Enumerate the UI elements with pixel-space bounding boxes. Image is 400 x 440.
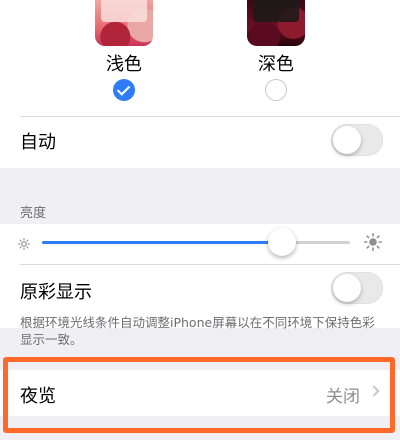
auto-label: 自动 [20, 132, 56, 153]
brightness-header: 亮度 [20, 206, 47, 221]
sun-large-icon [364, 233, 383, 252]
brightness-section: 原彩显示 [0, 224, 400, 328]
dark-mode-radio-icon[interactable] [265, 79, 287, 101]
night-shift-row[interactable]: 夜览 关闭 [0, 370, 400, 416]
brightness-slider[interactable] [42, 228, 350, 256]
chevron-right-icon [368, 385, 380, 397]
light-mode-radio-checked-icon[interactable] [113, 79, 135, 101]
brightness-slider-thumb[interactable] [268, 228, 297, 256]
light-mode-preview[interactable] [95, 0, 153, 46]
toggle-knob [333, 274, 361, 302]
true-tone-toggle[interactable] [331, 272, 383, 304]
sun-small-icon [17, 235, 31, 251]
auto-toggle[interactable] [331, 124, 383, 156]
appearance-section: 浅色 深色 自动 [0, 0, 400, 168]
toggle-knob [333, 126, 361, 154]
dark-mode-preview[interactable] [247, 0, 305, 46]
night-shift-label: 夜览 [20, 386, 56, 407]
brightness-slider-fill [42, 241, 283, 244]
night-shift-value: 关闭 [326, 387, 360, 407]
true-tone-footnote: 根据环境光线条件自动调整iPhone屏幕以在不同环境下保持色彩显示一致。 [20, 315, 375, 347]
light-mode-label[interactable]: 浅色 [94, 50, 154, 76]
divider [20, 116, 400, 117]
divider [20, 264, 400, 265]
dark-mode-label[interactable]: 深色 [246, 50, 306, 76]
true-tone-label: 原彩显示 [20, 282, 92, 303]
